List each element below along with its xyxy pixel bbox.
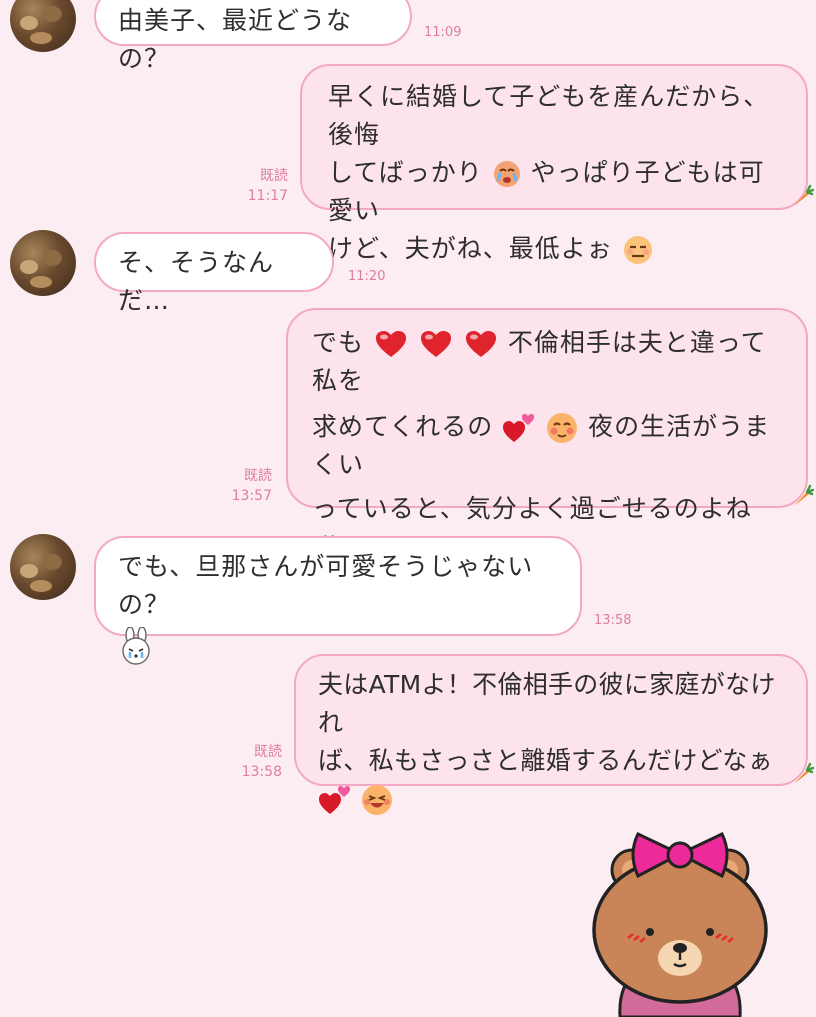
laughing-face-emoji-icon <box>362 785 393 815</box>
two-hearts-icon <box>503 414 535 442</box>
unamused-face-emoji-icon <box>623 236 652 264</box>
message-line: っていると、気分よく過ごせるのよね <box>312 494 752 523</box>
blushing-face-emoji-icon <box>547 413 578 443</box>
message-time: 13:58 <box>594 613 632 628</box>
read-label: 既読 <box>244 468 272 484</box>
sender-avatar[interactable] <box>10 534 76 600</box>
message-time: 11:20 <box>348 269 386 284</box>
read-receipt: 既読 13:57 <box>228 466 272 506</box>
message-time: 13:58 <box>241 764 282 780</box>
read-label: 既読 <box>254 744 282 760</box>
sender-avatar[interactable] <box>10 230 76 296</box>
message-line: ば、私もさっさと離婚するんだけどなぁ <box>318 746 773 775</box>
carrot-icon <box>794 184 814 206</box>
carrot-icon <box>794 762 814 784</box>
message-time: 11:09 <box>424 25 462 40</box>
heart-icon <box>420 331 451 357</box>
message-text: そ、そうなんだ… <box>118 248 275 315</box>
message-bubble-incoming[interactable]: でも、旦那さんが可愛そうじゃないの？ <box>94 536 582 665</box>
message-line: けど、夫がね、最低よぉ <box>328 234 613 263</box>
message-line: でも <box>312 328 365 357</box>
read-receipt: 既読 13:58 <box>238 742 282 782</box>
read-label: 既読 <box>260 168 288 184</box>
sender-avatar[interactable] <box>10 0 76 52</box>
message-time: 13:57 <box>231 488 272 504</box>
message-bubble-incoming[interactable]: 由美子、最近どうなの？ <box>94 0 412 73</box>
brown-bear-bow-sticker[interactable] <box>580 820 780 1017</box>
message-bubble-outgoing[interactable]: 早くに結婚して子どもを産んだから、後悔 してばっかり やっぱり子どもは可愛い け… <box>300 64 808 264</box>
message-bubble-incoming[interactable]: そ、そうなんだ… <box>94 232 334 315</box>
read-receipt: 既読 11:17 <box>244 166 288 206</box>
two-hearts-icon <box>319 786 350 814</box>
message-text: でも、旦那さんが可愛そうじゃないの？ <box>118 552 534 619</box>
heart-icon <box>465 331 496 357</box>
message-line: 求めてくれるの <box>312 412 494 441</box>
message-bubble-outgoing[interactable]: 夫はATMよ！不倫相手の彼に家庭がなけれ ば、私もさっさと離婚するんだけどなぁ <box>294 654 808 815</box>
message-line: 夫はATMよ！不倫相手の彼に家庭がなけれ <box>318 670 776 737</box>
message-time: 11:17 <box>247 188 288 204</box>
crying-face-emoji-icon <box>493 161 520 187</box>
message-line: してばっかり <box>328 158 483 187</box>
heart-icon <box>375 331 406 357</box>
message-bubble-outgoing[interactable]: でも 不倫相手は夫と違って私を 求めてくれるの 夜の生活がうまくい っていると、… <box>286 308 808 609</box>
message-line: 早くに結婚して子どもを産んだから、後悔 <box>328 82 770 149</box>
crying-rabbit-sticker-icon <box>122 627 150 665</box>
carrot-icon <box>794 484 814 506</box>
